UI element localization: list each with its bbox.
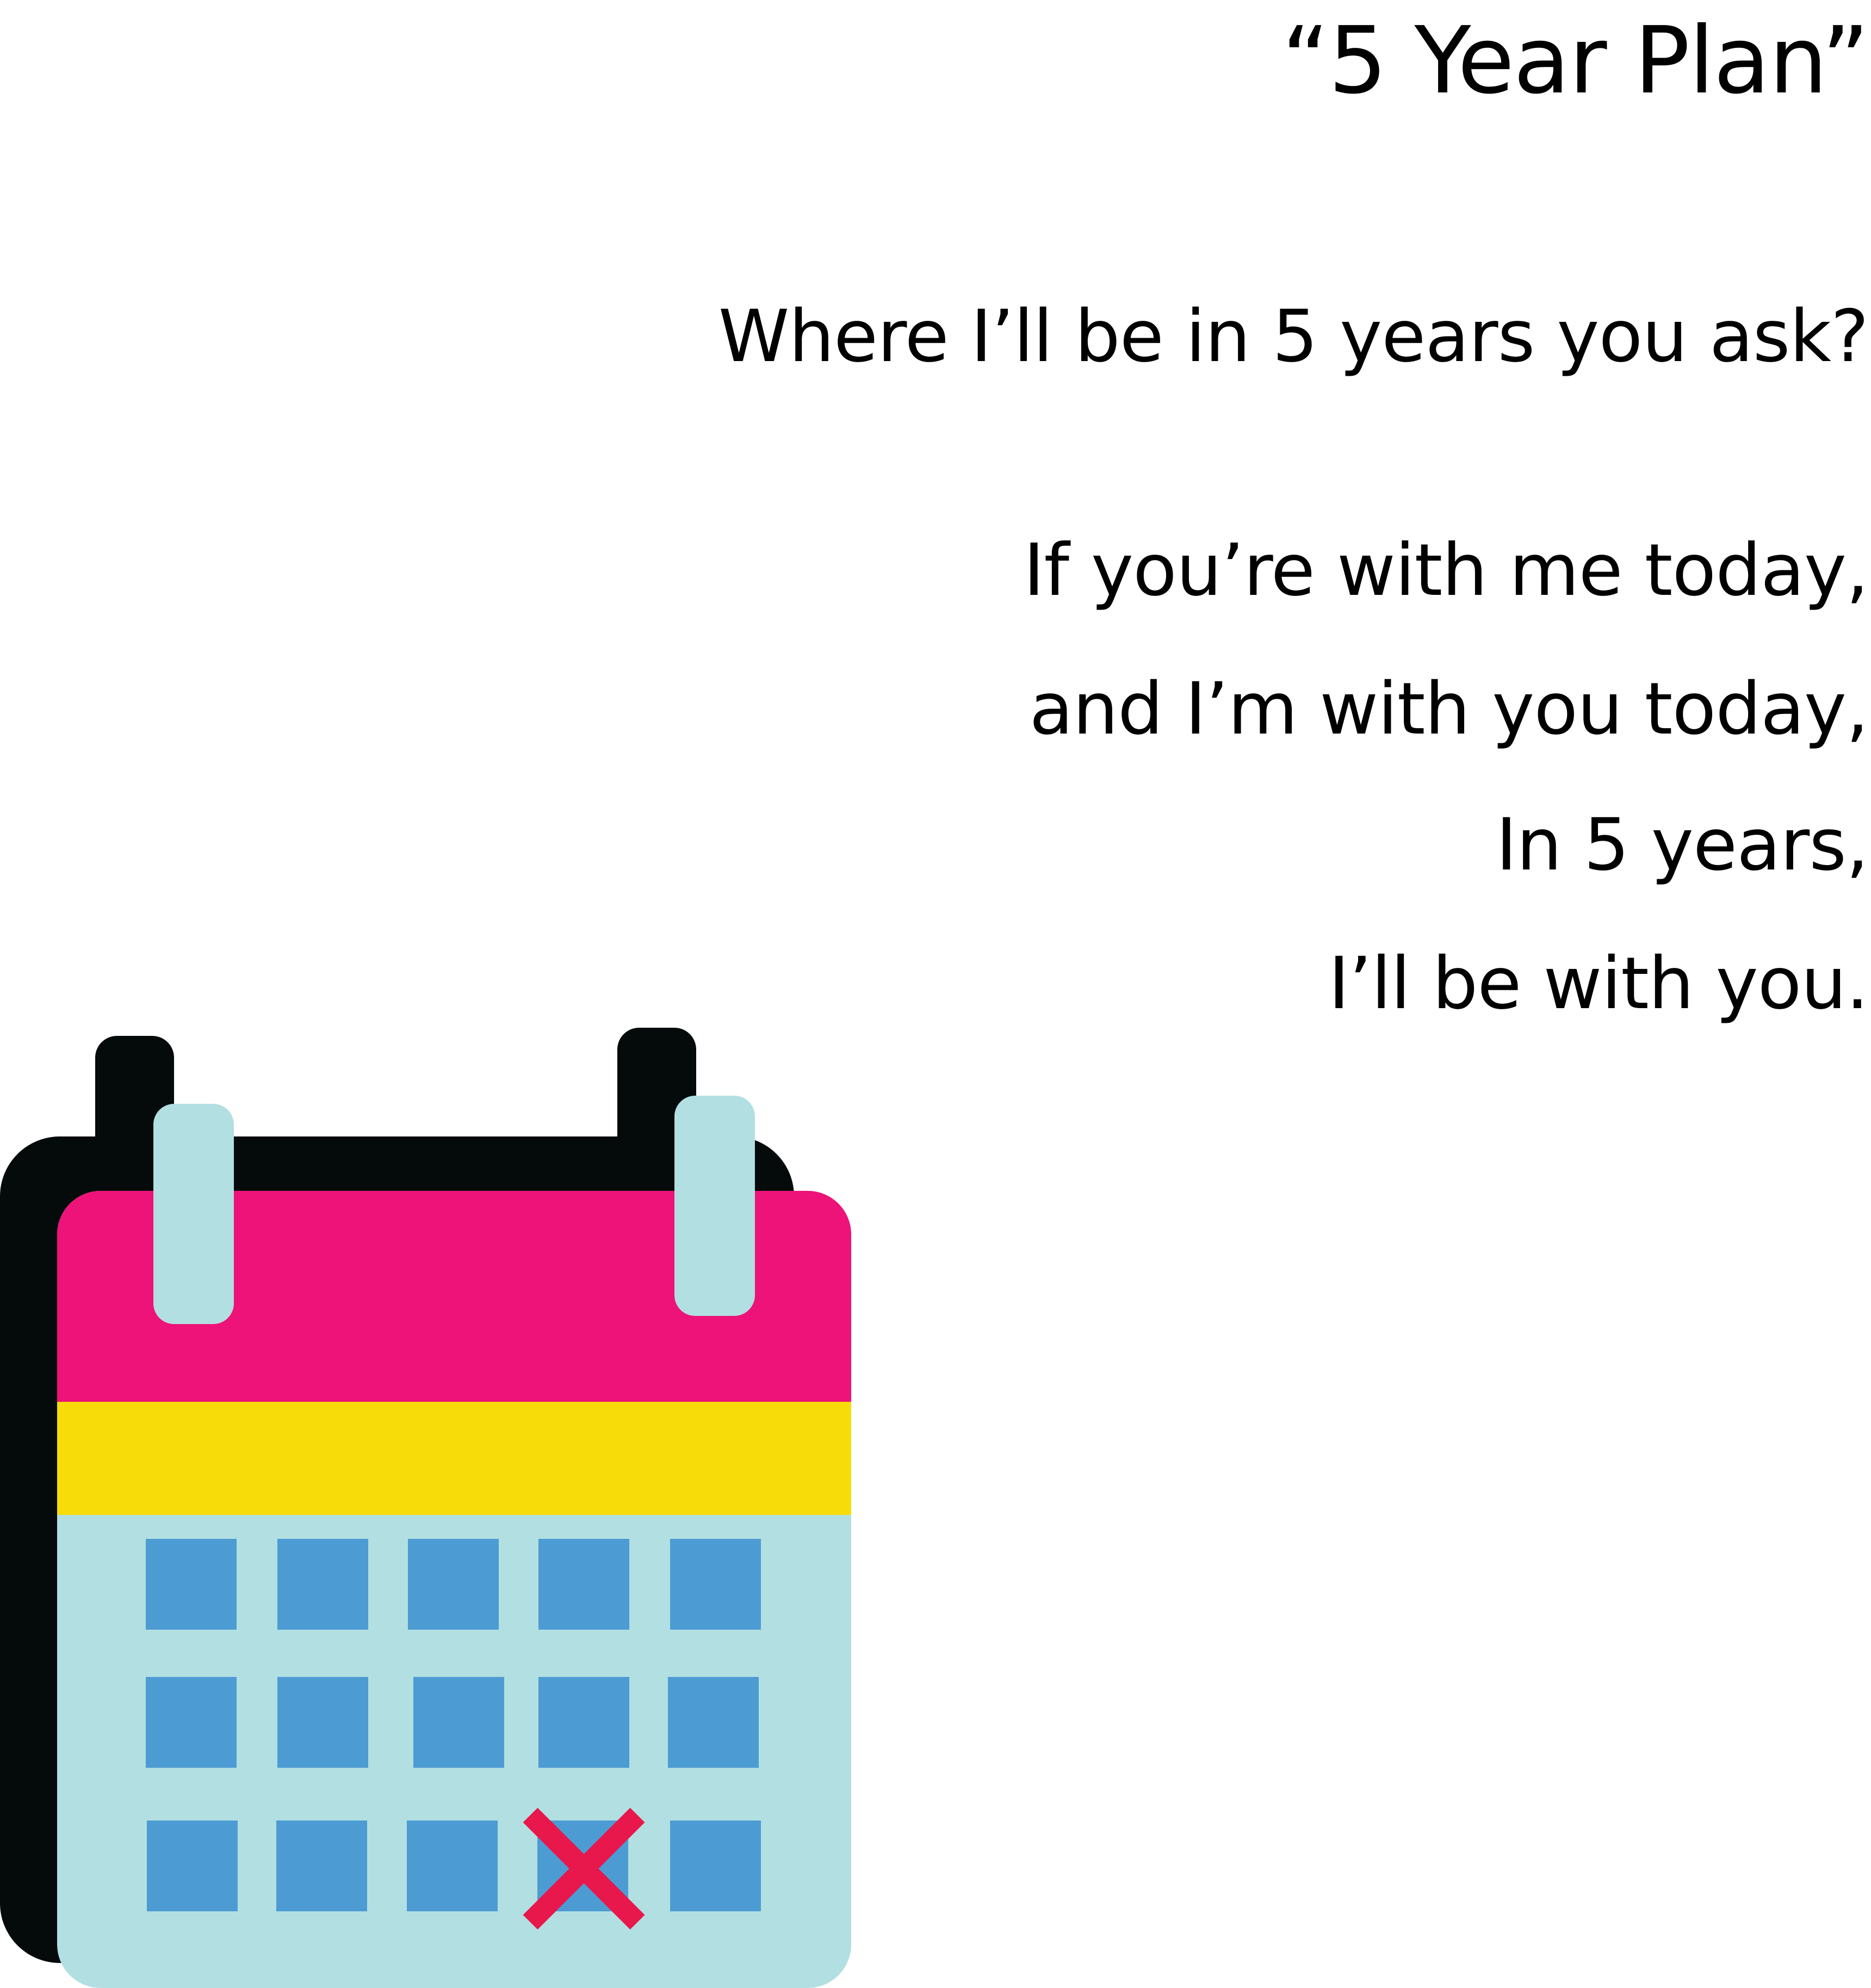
calendar-cell: [146, 1677, 237, 1768]
calendar-icon: [0, 1028, 851, 1988]
poem-line: and I’m with you today,: [1029, 667, 1869, 751]
calendar-cell: [408, 1539, 499, 1630]
calendar-cell: [146, 1539, 237, 1630]
calendar-cell: [670, 1539, 761, 1630]
calendar-ring-left: [153, 1104, 234, 1324]
calendar-cell: [538, 1677, 629, 1768]
poem-line: In 5 years,: [1496, 803, 1869, 887]
calendar-cell: [276, 1821, 367, 1911]
calendar-cell: [670, 1821, 761, 1911]
calendar-band: [57, 1402, 851, 1515]
poem-question: Where I’ll be in 5 years you ask?: [718, 295, 1869, 378]
calendar-cell: [147, 1821, 238, 1911]
poem-title: “5 Year Plan”: [1281, 7, 1869, 115]
calendar-ring-right: [674, 1096, 755, 1316]
calendar-cell: [277, 1539, 368, 1630]
calendar-cell: [668, 1677, 759, 1768]
calendar-cell: [277, 1677, 368, 1768]
calendar-cell: [413, 1677, 504, 1768]
poem-line: I’ll be with you.: [1328, 942, 1869, 1026]
calendar-cell: [538, 1539, 629, 1630]
calendar-cell: [407, 1821, 498, 1911]
poem-line: If you’re with me today,: [1023, 529, 1869, 612]
